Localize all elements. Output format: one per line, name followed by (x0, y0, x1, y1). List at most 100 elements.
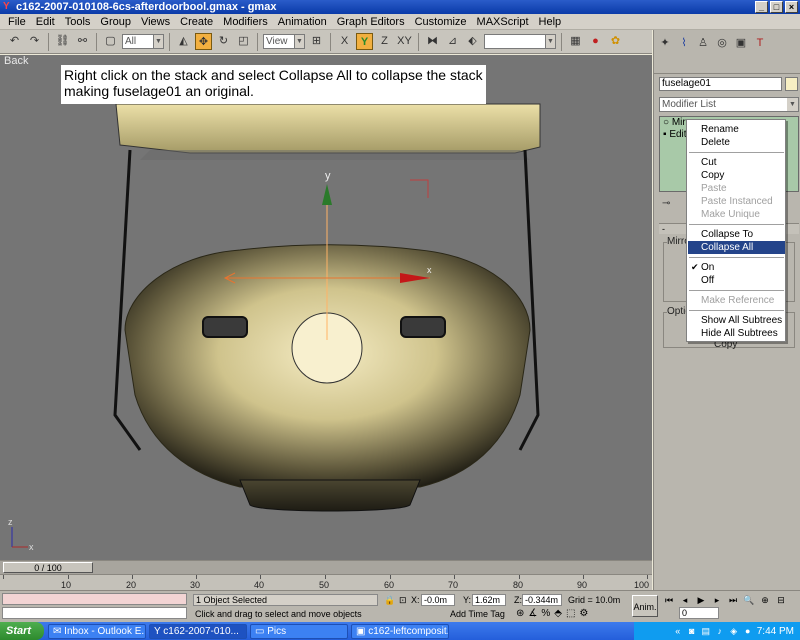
time-slider-thumb[interactable]: 0 / 100 (3, 562, 93, 573)
object-color-swatch[interactable] (785, 77, 798, 91)
start-button[interactable]: Start (0, 622, 44, 640)
x-coord-field[interactable]: -0.0m (421, 594, 455, 606)
object-name-field[interactable]: fuselage01 (659, 77, 782, 91)
menu-graph-editors[interactable]: Graph Editors (332, 16, 410, 28)
menu-views[interactable]: Views (136, 16, 175, 28)
update-tray-icon[interactable]: ● (743, 626, 753, 636)
taskbar-item-outlook[interactable]: ✉ Inbox - Outlook E... (48, 623, 146, 639)
motion-tab-icon[interactable]: ◎ (715, 36, 729, 50)
percent-snap-icon[interactable]: % (541, 608, 550, 619)
quick-render-icon[interactable]: ✿ (607, 33, 624, 50)
gmax-app-icon[interactable]: Y (3, 2, 13, 12)
select-and-rotate-icon[interactable]: ↻ (215, 33, 232, 50)
menu-item-hide-all-subtrees[interactable]: Hide All Subtrees (688, 327, 785, 340)
track-bar-ruler[interactable]: 10 20 30 40 50 60 70 80 90 100 (0, 574, 652, 590)
maxscript-listener-output[interactable] (2, 607, 187, 619)
select-and-link-icon[interactable]: ⛓ (54, 33, 71, 50)
spinner-snap-toggle-icon[interactable]: ⬘ (554, 608, 562, 619)
angle-snap-icon[interactable]: ∡ (528, 608, 537, 619)
absolute-mode-icon[interactable]: ⊡ (399, 594, 407, 606)
animate-button[interactable]: Anim. (632, 595, 658, 617)
previous-frame-icon[interactable]: ◂ (678, 594, 692, 606)
speaker-tray-icon[interactable]: ♪ (715, 626, 725, 636)
next-frame-icon[interactable]: ▸ (710, 594, 724, 606)
taskbar-item-pics[interactable]: ▭ Pics (250, 623, 348, 639)
mirror-icon[interactable]: ⧓ (424, 33, 441, 50)
named-selection-dropdown[interactable]: ▼ (484, 34, 556, 49)
menu-customize[interactable]: Customize (410, 16, 472, 28)
maxscript-listener-mini[interactable] (2, 593, 187, 605)
snap-icon[interactable]: ⊛ (516, 608, 524, 619)
lock-selection-icon[interactable]: 🔒 (384, 594, 395, 606)
current-frame-field[interactable]: 0 (679, 607, 719, 619)
menu-edit[interactable]: Edit (31, 16, 60, 28)
material-editor-icon[interactable]: ▦ (567, 33, 584, 50)
maximize-button[interactable]: □ (770, 1, 783, 13)
utilities-tab-icon[interactable]: T (753, 36, 767, 50)
bulb-icon[interactable]: ○ (663, 117, 669, 128)
go-to-end-icon[interactable]: ⏭ (726, 594, 740, 606)
menu-file[interactable]: File (3, 16, 31, 28)
menu-item-rename[interactable]: Rename (688, 123, 785, 136)
align-icon[interactable]: ⊿ (444, 33, 461, 50)
minimize-button[interactable]: _ (755, 1, 768, 13)
selection-filter-dropdown[interactable]: All ▼ (122, 34, 164, 49)
shield-tray-icon[interactable]: ◈ (729, 626, 739, 636)
expand-icon[interactable]: ▪ (663, 129, 667, 140)
menu-item-collapse-to[interactable]: Collapse To (688, 228, 785, 241)
menu-item-copy[interactable]: Copy (688, 169, 785, 182)
create-tab-icon[interactable]: ✦ (658, 36, 672, 50)
z-coord-field[interactable]: -0.344m (522, 594, 562, 606)
restrict-z-icon[interactable]: Z (376, 33, 393, 50)
modify-tab-icon[interactable]: ⌇ (677, 36, 691, 50)
menu-tools[interactable]: Tools (60, 16, 96, 28)
zoom-all-icon[interactable]: ⊕ (758, 594, 772, 606)
menu-animation[interactable]: Animation (273, 16, 332, 28)
unlink-icon[interactable]: ⚯ (74, 33, 91, 50)
menu-item-on[interactable]: ✔ On (688, 261, 785, 274)
clock[interactable]: 7:44 PM (757, 626, 794, 637)
pivot-center-icon[interactable]: ⊞ (308, 33, 325, 50)
menu-help[interactable]: Help (534, 16, 567, 28)
menu-item-delete[interactable]: Delete (688, 136, 785, 149)
select-region-icon[interactable]: ▢ (102, 33, 119, 50)
camera-tray-icon[interactable]: ◙ (687, 626, 697, 636)
select-and-scale-icon[interactable]: ◰ (235, 33, 252, 50)
back-viewport[interactable]: y x z x Back Right click on the stack an… (0, 55, 652, 560)
zoom-icon[interactable]: 🔍 (742, 594, 756, 606)
restrict-y-icon[interactable]: Y (356, 33, 373, 50)
menu-modifiers[interactable]: Modifiers (218, 16, 273, 28)
play-icon[interactable]: ▶ (694, 594, 708, 606)
redo-icon[interactable]: ↷ (26, 33, 43, 50)
go-to-start-icon[interactable]: ⏮ (662, 594, 676, 606)
restrict-x-icon[interactable]: X (336, 33, 353, 50)
taskbar-item-image[interactable]: ▣ c162-leftcomposit... (351, 623, 449, 639)
restrict-xy-icon[interactable]: XY (396, 33, 413, 50)
degradation-override-icon[interactable]: ⚙ (579, 608, 588, 619)
menu-item-off[interactable]: Off (688, 274, 785, 287)
display-tab-icon[interactable]: ▣ (734, 36, 748, 50)
modifier-list-dropdown[interactable]: Modifier List ▼ (659, 97, 799, 112)
y-coord-field[interactable]: 1.62m (472, 594, 506, 606)
hierarchy-tab-icon[interactable]: ♙ (696, 36, 710, 50)
viewport-label[interactable]: Back (4, 55, 28, 67)
time-slider-track[interactable]: 0 / 100 (0, 560, 652, 574)
menu-group[interactable]: Group (95, 16, 136, 28)
window-crossing-icon[interactable]: ⬚ (566, 608, 575, 619)
menu-item-cut[interactable]: Cut (688, 156, 785, 169)
tray-expand-icon[interactable]: « (673, 626, 683, 636)
taskbar-item-gmax[interactable]: Y c162-2007-010... (149, 623, 247, 639)
zoom-extents-icon[interactable]: ⊟ (774, 594, 788, 606)
select-object-icon[interactable]: ◭ (175, 33, 192, 50)
menu-item-show-all-subtrees[interactable]: Show All Subtrees (688, 314, 785, 327)
menu-create[interactable]: Create (175, 16, 218, 28)
reference-coordinate-dropdown[interactable]: View ▼ (263, 34, 305, 49)
render-icon[interactable]: ● (587, 33, 604, 50)
menu-maxscript[interactable]: MAXScript (472, 16, 534, 28)
spinner-snap-icon[interactable]: ⬖ (464, 33, 481, 50)
close-button[interactable]: × (785, 1, 798, 13)
undo-icon[interactable]: ↶ (6, 33, 23, 50)
add-time-tag-button[interactable]: Add Time Tag (450, 608, 505, 620)
network-tray-icon[interactable]: ▤ (701, 626, 711, 636)
select-and-move-icon[interactable]: ✥ (195, 33, 212, 50)
